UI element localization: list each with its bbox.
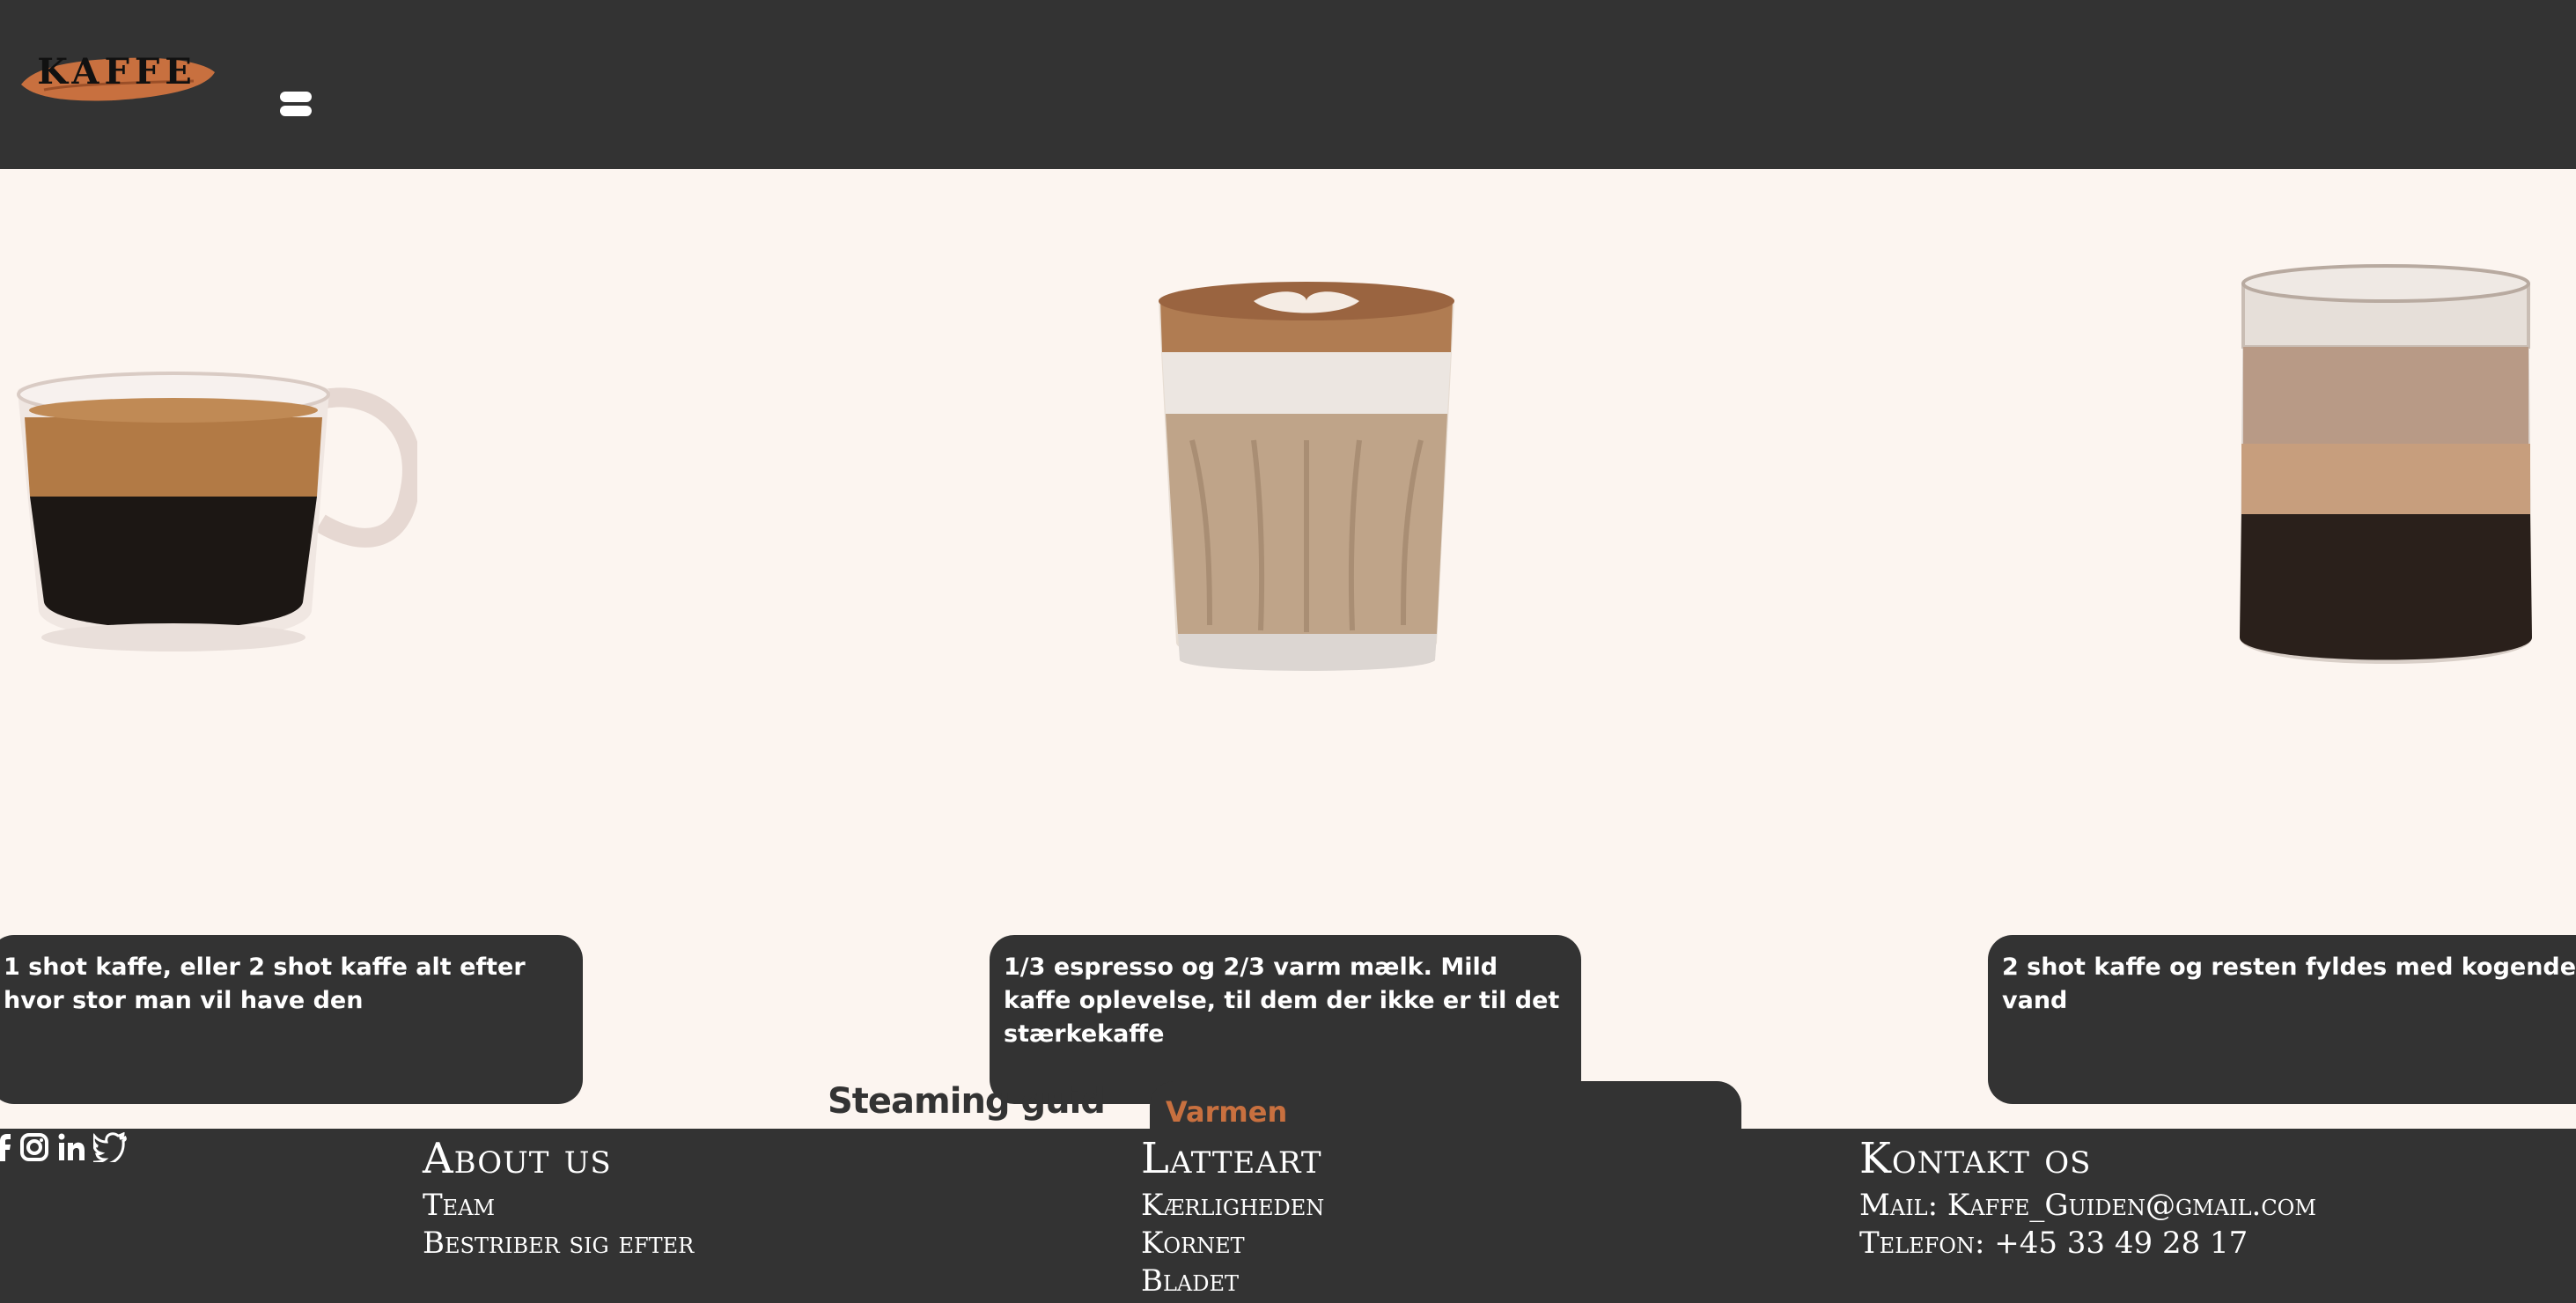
footer-link-team[interactable]: Team [423, 1187, 694, 1225]
footer-kontakt-title: Kontakt os [1859, 1134, 2092, 1183]
drink-card-1: 1 shot kaffe, eller 2 shot kaffe alt eft… [0, 935, 583, 1104]
logo-text: KAFFE [37, 51, 197, 92]
tab-varmen-label: Varmen [1166, 1095, 1288, 1129]
twitter-icon[interactable] [93, 1132, 127, 1162]
footer-about: About us Team Bestriber sig efter [423, 1130, 694, 1263]
americano-jar-image [2240, 264, 2532, 664]
drink-description: 1 shot kaffe, eller 2 shot kaffe alt eft… [4, 953, 526, 1014]
hamburger-menu-icon[interactable] [280, 92, 312, 121]
drink-card-3: 2 shot kaffe og resten fyldes med kogend… [1988, 935, 2576, 1104]
espresso-cup-image [17, 372, 417, 652]
drink-card-2: 1/3 espresso og 2/3 varm mælk. Mild kaff… [990, 935, 1581, 1104]
linkedin-icon[interactable] [56, 1132, 86, 1162]
footer-link-kornet[interactable]: Kornet [1141, 1225, 1324, 1263]
footer-link-bladet[interactable]: Bladet [1141, 1263, 1324, 1300]
main-content: 1 shot kaffe, eller 2 shot kaffe alt eft… [0, 169, 2576, 1129]
drink-description: 2 shot kaffe og resten fyldes med kogend… [2002, 953, 2576, 1014]
footer-latteart: Latteart Kærligheden Kornet Bladet [1141, 1130, 1324, 1300]
footer-kontakt: Kontakt os Mail: Kaffe_Guiden@gmail.com … [1859, 1130, 2316, 1263]
social-links [0, 1132, 127, 1162]
instagram-icon[interactable] [19, 1132, 49, 1162]
latte-glass-image [1159, 282, 1454, 671]
footer-link-kaerligheden[interactable]: Kærligheden [1141, 1187, 1324, 1225]
footer-latteart-title: Latteart [1141, 1134, 1322, 1183]
footer-mail[interactable]: Mail: Kaffe_Guiden@gmail.com [1859, 1187, 2316, 1225]
footer-phone[interactable]: Telefon: +45 33 49 28 17 [1859, 1225, 2316, 1263]
footer-about-title: About us [423, 1134, 612, 1183]
site-footer: About us Team Bestriber sig efter Lattea… [0, 1129, 2576, 1303]
site-header: KAFFE [0, 0, 2576, 169]
steaming-guide-title: Steaming guid [828, 1081, 1106, 1122]
facebook-icon[interactable] [0, 1132, 12, 1162]
footer-link-bestriber[interactable]: Bestriber sig efter [423, 1225, 694, 1263]
logo[interactable]: KAFFE [18, 46, 217, 107]
drink-description: 1/3 espresso og 2/3 varm mælk. Mild kaff… [1004, 953, 1560, 1048]
